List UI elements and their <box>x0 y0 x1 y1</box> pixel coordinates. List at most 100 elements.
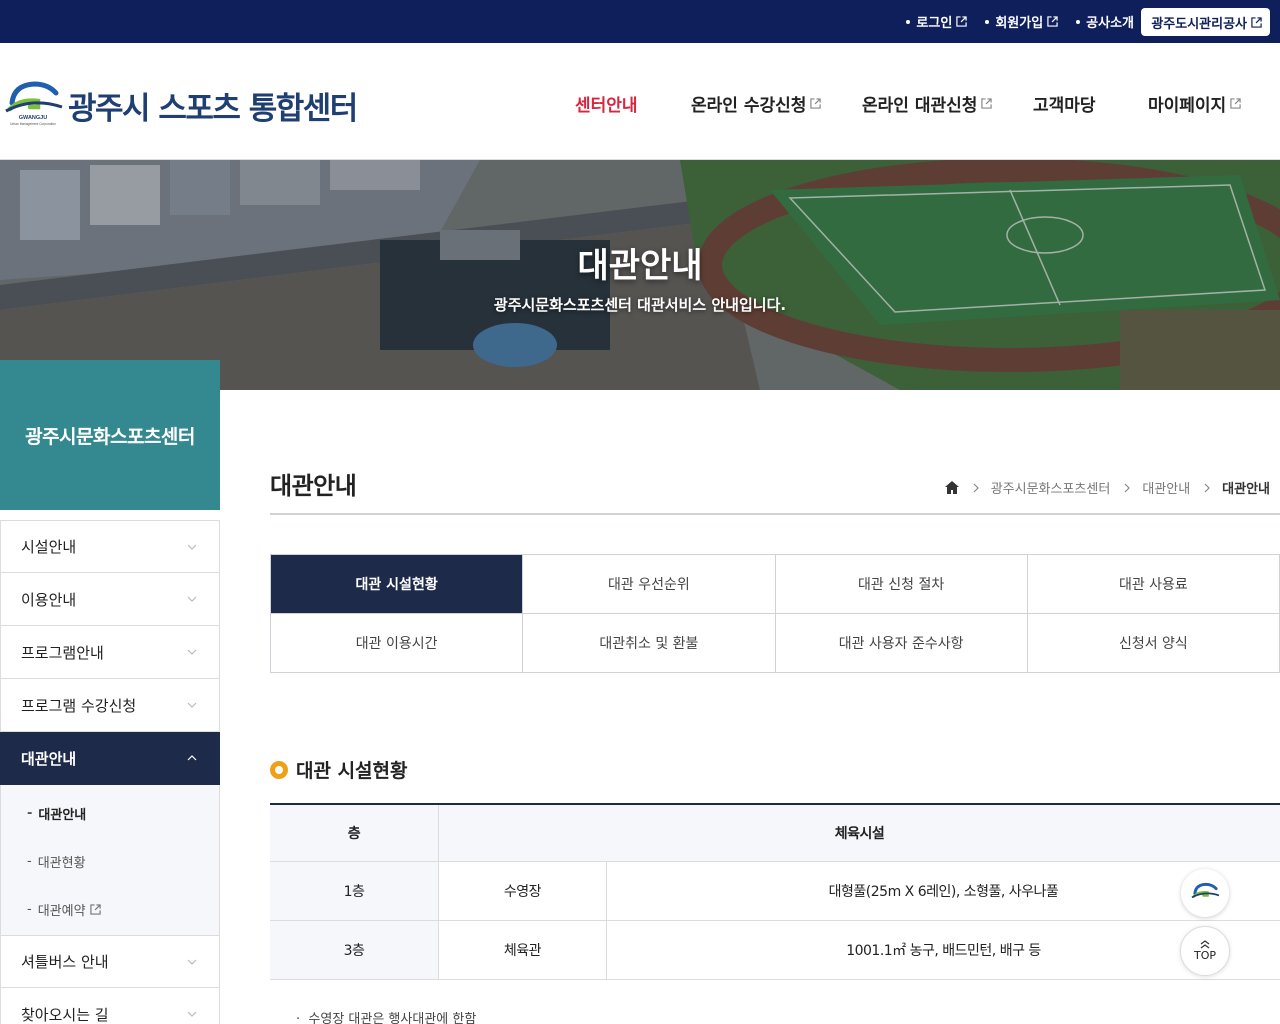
subitem-label: 대관예약 <box>37 903 86 919</box>
facility-table: 층 체육시설 1층 수영장 대형풀(25m X 6레인), 소형풀, 사우나풀 … <box>270 803 1280 980</box>
tab-facility-status[interactable]: 대관 시설현황 <box>271 555 524 614</box>
dash-marker: - <box>27 805 33 821</box>
sidebar-subitem-rental-info[interactable]: - 대관안내 <box>1 789 219 837</box>
table-cell-facility: 수영장 <box>439 862 607 920</box>
tab-cancel-refund[interactable]: 대관취소 및 환불 <box>523 614 776 673</box>
sidebar-item-program[interactable]: 프로그램안내 <box>0 626 220 679</box>
floating-logo-button[interactable] <box>1181 869 1229 917</box>
nav-online-rental-apply[interactable]: 온라인 대관신청 <box>862 91 993 116</box>
dash-marker: - <box>27 901 32 917</box>
table-cell-floor: 1층 <box>270 862 439 920</box>
nav-mypage[interactable]: 마이페이지 <box>1148 91 1241 116</box>
table-header-row: 층 체육시설 <box>270 805 1280 862</box>
table-cell-detail: 대형풀(25m X 6레인), 소형풀, 사우나풀 <box>828 884 1059 900</box>
tab-priority[interactable]: 대관 우선순위 <box>523 555 776 614</box>
nav-label: 온라인 수강신청 <box>691 96 807 116</box>
note-bullet: · <box>296 1012 305 1024</box>
nav-online-class-apply[interactable]: 온라인 수강신청 <box>691 91 822 116</box>
chevron-down-icon <box>187 959 197 965</box>
chevron-right-icon <box>1124 483 1131 492</box>
external-link-icon <box>1230 98 1241 109</box>
chevron-down-icon <box>187 596 197 602</box>
tab-user-rules[interactable]: 대관 사용자 준수사항 <box>775 614 1028 673</box>
table-cell-floor: 3층 <box>270 921 439 979</box>
circle-bullet-icon <box>270 760 288 779</box>
chevron-right-icon <box>973 483 979 492</box>
table-note: · 수영장 대관은 행사대관에 한함 <box>296 1008 476 1024</box>
top-label: TOP <box>1193 949 1216 962</box>
signup-label: 회원가입 <box>995 16 1044 31</box>
about-link[interactable]: 공사소개 <box>1076 12 1134 31</box>
chevron-down-icon <box>187 702 197 708</box>
sidebar-item-usage[interactable]: 이용안내 <box>0 573 220 626</box>
section-title: 대관 시설현황 <box>270 756 408 783</box>
about-label: 공사소개 <box>1086 16 1134 31</box>
section-title-text: 대관 시설현황 <box>296 760 408 782</box>
sidebar-item-label: 이용안내 <box>21 590 77 609</box>
sidebar-subitem-rental-status[interactable]: - 대관현황 <box>1 837 219 885</box>
external-link-icon <box>1047 16 1058 27</box>
login-link[interactable]: 로그인 <box>906 12 967 31</box>
subitem-label: 대관현황 <box>37 855 86 871</box>
breadcrumb-item[interactable]: 광주시문화스포츠센터 <box>991 478 1111 497</box>
tab-apply-procedure[interactable]: 대관 신청 절차 <box>775 555 1028 614</box>
table-header-cell: 층 <box>270 805 439 861</box>
home-icon[interactable] <box>944 481 959 494</box>
login-label: 로그인 <box>916 16 953 31</box>
nav-center-info[interactable]: 센터안내 <box>575 91 638 116</box>
sidebar-item-program-apply[interactable]: 프로그램 수강신청 <box>0 679 220 732</box>
double-chevron-up-icon <box>1200 940 1210 949</box>
heading-divider <box>270 513 1280 515</box>
page-title: 대관안내 <box>270 472 357 500</box>
note-text: 수영장 대관은 행사대관에 한함 <box>308 1012 477 1024</box>
bullet-dot <box>906 19 911 24</box>
top-utility-bar: 로그인 회원가입 공사소개 광주도시관리공사 <box>0 0 1280 43</box>
signup-link[interactable]: 회원가입 <box>985 12 1058 31</box>
nav-label: 센터안내 <box>575 96 638 116</box>
tab-application-form[interactable]: 신청서 양식 <box>1027 614 1280 673</box>
chevron-down-icon <box>187 1011 197 1017</box>
tab-hours[interactable]: 대관 이용시간 <box>271 614 524 673</box>
hero-title: 대관안내 <box>577 246 703 286</box>
table-header-cell: 체육시설 <box>834 826 885 842</box>
corporation-link-button[interactable]: 광주도시관리공사 <box>1141 8 1270 36</box>
logo-subtext: Urban Management Corporation <box>10 122 56 126</box>
sidebar-item-facility[interactable]: 시설안내 <box>0 520 220 573</box>
tab-fees[interactable]: 대관 사용료 <box>1027 555 1280 614</box>
sidebar-item-label: 시설안내 <box>21 538 77 556</box>
external-link-icon <box>810 98 822 109</box>
external-link-icon <box>1251 16 1262 28</box>
external-link-icon <box>956 16 967 27</box>
table-row: 1층 수영장 대형풀(25m X 6레인), 소형풀, 사우나풀 <box>270 862 1280 921</box>
nav-label: 온라인 대관신청 <box>862 96 978 116</box>
sidebar-item-directions[interactable]: 찾아오시는 길 <box>0 988 220 1024</box>
sidebar-subitem-rental-booking[interactable]: - 대관예약 <box>1 885 219 933</box>
chevron-right-icon <box>1204 483 1211 492</box>
sidebar-item-shuttle[interactable]: 셔틀버스 안내 <box>0 935 220 988</box>
hero-subtitle: 광주시문화스포츠센터 대관서비스 안내입니다. <box>493 296 787 314</box>
nav-customer[interactable]: 고객마당 <box>1033 91 1096 116</box>
bullet-dot <box>1076 19 1081 24</box>
sidebar-item-rental[interactable]: 대관안내 <box>0 732 220 785</box>
breadcrumb-item[interactable]: 대관안내 <box>1142 478 1190 497</box>
logo-text: GWANGJU <box>19 115 47 121</box>
sidebar-item-label: 찾아오시는 길 <box>21 1005 109 1024</box>
utility-links: 로그인 회원가입 공사소개 <box>906 0 1134 43</box>
scroll-top-button[interactable]: TOP <box>1180 926 1230 976</box>
chevron-down-icon <box>187 649 197 655</box>
bullet-dot <box>985 19 990 24</box>
chevron-down-icon <box>187 544 197 550</box>
nav-label: 고객마당 <box>1033 96 1096 116</box>
sidebar-item-label: 프로그램 수강신청 <box>21 696 137 715</box>
dash-marker: - <box>27 853 32 869</box>
gwangju-mini-logo-icon <box>1191 882 1220 899</box>
sidebar-item-label: 프로그램안내 <box>21 643 104 662</box>
table-cell-facility: 체육관 <box>439 921 607 979</box>
sidebar-title: 광주시문화스포츠센터 <box>0 360 220 510</box>
hero-banner: 대관안내 광주시문화스포츠센터 대관서비스 안내입니다. <box>0 160 1280 390</box>
nav-label: 마이페이지 <box>1148 96 1227 116</box>
sidebar-item-label: 대관안내 <box>21 749 77 768</box>
sidebar-submenu-rental: - 대관안내 - 대관현황 - 대관예약 <box>0 785 220 935</box>
breadcrumb-current[interactable]: 대관안내 <box>1222 478 1270 497</box>
table-row: 3층 체육관 1001.1㎡ 농구, 배드민턴, 배구 등 <box>270 921 1280 980</box>
